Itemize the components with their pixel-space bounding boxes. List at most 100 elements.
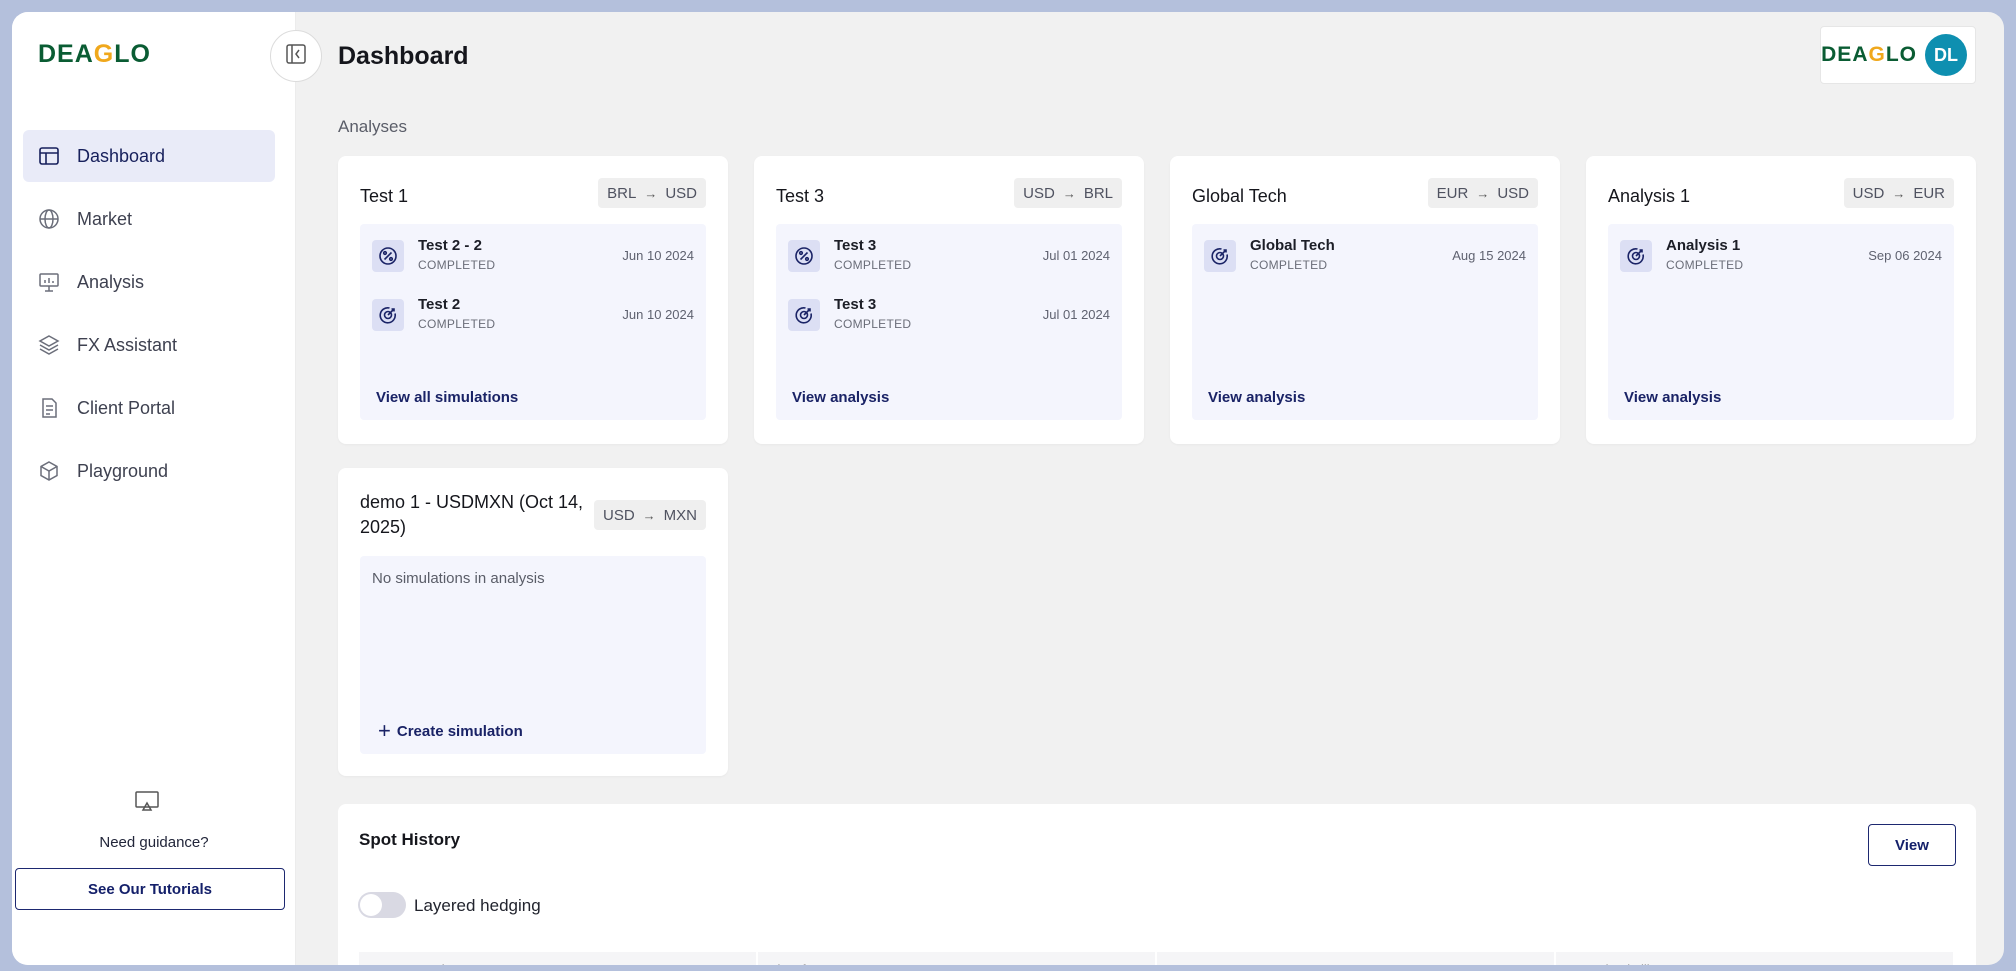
simulation-status: COMPLETED bbox=[1250, 258, 1328, 272]
analysis-title: Test 3 bbox=[776, 186, 825, 206]
analysis-title: Test 1 bbox=[360, 186, 409, 206]
app-window: DEAGLO Dashboard Market Analysis FX Assi… bbox=[12, 12, 2004, 965]
plus-icon: + bbox=[378, 718, 391, 743]
analysis-card[interactable]: Test 3 USD → BRL Test 3 COMPLETED Jul 01 2… bbox=[754, 156, 1144, 444]
column-header[interactable]: Currency pair bbox=[359, 952, 758, 965]
see-tutorials-button[interactable]: See Our Tutorials bbox=[15, 868, 285, 910]
sidebar-item-label: FX Assistant bbox=[77, 334, 178, 355]
collapse-sidebar-button[interactable] bbox=[270, 30, 322, 82]
sidebar-collapse-icon bbox=[285, 43, 307, 70]
globe-icon bbox=[37, 207, 61, 231]
simulation-status: COMPLETED bbox=[834, 317, 912, 331]
column-header[interactable]: Annual Volatility bbox=[1556, 952, 1955, 965]
layers-icon bbox=[37, 333, 61, 357]
view-analysis-link[interactable]: View analysis bbox=[792, 389, 889, 406]
currency-pair-badge: USD → BRL bbox=[1014, 178, 1122, 208]
target-icon bbox=[1204, 240, 1236, 272]
sidebar-item-client-portal[interactable]: Client Portal bbox=[23, 382, 275, 434]
sidebar-nav: Dashboard Market Analysis FX Assistant C… bbox=[23, 130, 275, 508]
currency-pair-badge: USD → EUR bbox=[1843, 178, 1954, 208]
presentation-chart-icon bbox=[37, 270, 61, 294]
avatar[interactable]: DL bbox=[1925, 34, 1967, 76]
simulation-item[interactable]: Test 2 COMPLETED Jun 10 2024 bbox=[372, 293, 694, 337]
analysis-title: Global Tech bbox=[1192, 186, 1287, 206]
currency-pair-badge: USD → MXN bbox=[593, 500, 706, 530]
analysis-card[interactable]: Test 1 BRL → USD Test 2 - 2 COMPLETED Jun … bbox=[338, 156, 728, 444]
simulation-date: Sep 06 2024 bbox=[1868, 248, 1942, 263]
analyses-section-label: Analyses bbox=[338, 117, 407, 136]
arrow-right-icon: → bbox=[1476, 185, 1490, 201]
simulations-list: Test 2 - 2 COMPLETED Jun 10 2024 Test 2 … bbox=[360, 224, 706, 420]
view-button[interactable]: View bbox=[1868, 824, 1956, 866]
sidebar-item-analysis[interactable]: Analysis bbox=[23, 256, 275, 308]
sidebar-item-market[interactable]: Market bbox=[23, 193, 275, 245]
layout-icon bbox=[37, 144, 61, 168]
view-analysis-link[interactable]: View analysis bbox=[1624, 389, 1721, 406]
page-title: Dashboard bbox=[338, 42, 469, 70]
arrow-right-icon: → bbox=[644, 185, 658, 201]
simulation-name: Test 3 bbox=[834, 296, 877, 313]
view-analysis-link[interactable]: View analysis bbox=[1208, 389, 1305, 406]
simulation-status: COMPLETED bbox=[1666, 258, 1744, 272]
toggle-knob bbox=[360, 894, 382, 916]
empty-state-text: No simulations in analysis bbox=[372, 570, 545, 587]
guidance-text: Need guidance? bbox=[99, 834, 209, 851]
create-simulation-link[interactable]: + Create simulation bbox=[378, 718, 523, 743]
currency-pair-badge: EUR → USD bbox=[1427, 178, 1538, 208]
sidebar: DEAGLO Dashboard Market Analysis FX Assi… bbox=[12, 12, 296, 965]
arrow-right-icon: → bbox=[1062, 185, 1076, 201]
percent-icon bbox=[788, 240, 820, 272]
simulations-list: No simulations in analysis + Create simu… bbox=[360, 556, 706, 754]
sidebar-item-fx-assistant[interactable]: FX Assistant bbox=[23, 319, 275, 371]
sidebar-item-playground[interactable]: Playground bbox=[23, 445, 275, 497]
simulations-list: Test 3 COMPLETED Jul 01 2024 Test 3 COMP… bbox=[776, 224, 1122, 420]
sidebar-item-label: Client Portal bbox=[77, 397, 176, 418]
spot-history-panel: Spot History View Layered hedging Curren… bbox=[338, 804, 1976, 965]
target-icon bbox=[788, 299, 820, 331]
currency-pair-badge: BRL → USD bbox=[598, 178, 706, 208]
sidebar-item-label: Playground bbox=[77, 460, 169, 481]
sidebar-item-label: Market bbox=[77, 208, 133, 229]
view-all-simulations-link[interactable]: View all simulations bbox=[376, 389, 518, 406]
analysis-card[interactable]: Analysis 1 USD → EUR Analysis 1 COMPLETED … bbox=[1586, 156, 1976, 444]
sidebar-item-dashboard[interactable]: Dashboard bbox=[23, 130, 275, 182]
logo[interactable]: DEAGLO bbox=[38, 40, 151, 69]
arrow-right-icon: → bbox=[1892, 185, 1906, 201]
simulation-name: Test 3 bbox=[834, 237, 877, 254]
simulations-list: Analysis 1 COMPLETED Sep 06 2024 View an… bbox=[1608, 224, 1954, 420]
layered-hedging-toggle[interactable] bbox=[358, 892, 406, 918]
simulation-date: Jul 01 2024 bbox=[1042, 307, 1110, 322]
simulation-status: COMPLETED bbox=[418, 258, 496, 272]
simulation-date: Jul 01 2024 bbox=[1042, 248, 1110, 263]
simulation-item[interactable]: Global Tech COMPLETED Aug 15 2024 bbox=[1204, 234, 1526, 278]
simulation-item[interactable]: Analysis 1 COMPLETED Sep 06 2024 bbox=[1620, 234, 1942, 278]
simulation-item[interactable]: Test 3 COMPLETED Jul 01 2024 bbox=[788, 293, 1110, 337]
simulation-status: COMPLETED bbox=[834, 258, 912, 272]
analysis-card[interactable]: Global Tech EUR → USD Global Tech COMPLETE… bbox=[1170, 156, 1560, 444]
sidebar-item-label: Dashboard bbox=[77, 145, 166, 166]
arrow-right-icon: → bbox=[642, 507, 656, 523]
simulation-name: Test 2 bbox=[418, 296, 461, 313]
toggle-label: Layered hedging bbox=[414, 896, 541, 915]
simulation-item[interactable]: Test 2 - 2 COMPLETED Jun 10 2024 bbox=[372, 234, 694, 278]
table-header: Currency pair Time frame Spot rate Annua… bbox=[359, 952, 1955, 965]
simulation-name: Global Tech bbox=[1250, 237, 1335, 254]
target-icon bbox=[372, 299, 404, 331]
company-logo: DEAGLO bbox=[1821, 43, 1917, 66]
user-menu[interactable]: DEAGLO DL bbox=[1820, 26, 1976, 84]
analysis-title: demo 1 - USDMXN (Oct 14, 2025) bbox=[360, 492, 584, 537]
simulation-date: Aug 15 2024 bbox=[1452, 248, 1526, 263]
simulation-status: COMPLETED bbox=[418, 317, 496, 331]
simulation-item[interactable]: Test 3 COMPLETED Jul 01 2024 bbox=[788, 234, 1110, 278]
column-header[interactable]: Time frame bbox=[758, 952, 1157, 965]
simulation-date: Jun 10 2024 bbox=[622, 248, 694, 263]
document-icon bbox=[37, 396, 61, 420]
column-header[interactable]: Spot rate bbox=[1157, 952, 1556, 965]
percent-icon bbox=[372, 240, 404, 272]
simulation-name: Test 2 - 2 bbox=[418, 237, 482, 254]
sidebar-item-label: Analysis bbox=[77, 271, 145, 292]
simulations-list: Global Tech COMPLETED Aug 15 2024 View a… bbox=[1192, 224, 1538, 420]
cube-icon bbox=[37, 459, 61, 483]
analysis-card[interactable]: demo 1 - USDMXN (Oct 14, 2025) USD → MXN N… bbox=[338, 468, 728, 776]
target-icon bbox=[1620, 240, 1652, 272]
